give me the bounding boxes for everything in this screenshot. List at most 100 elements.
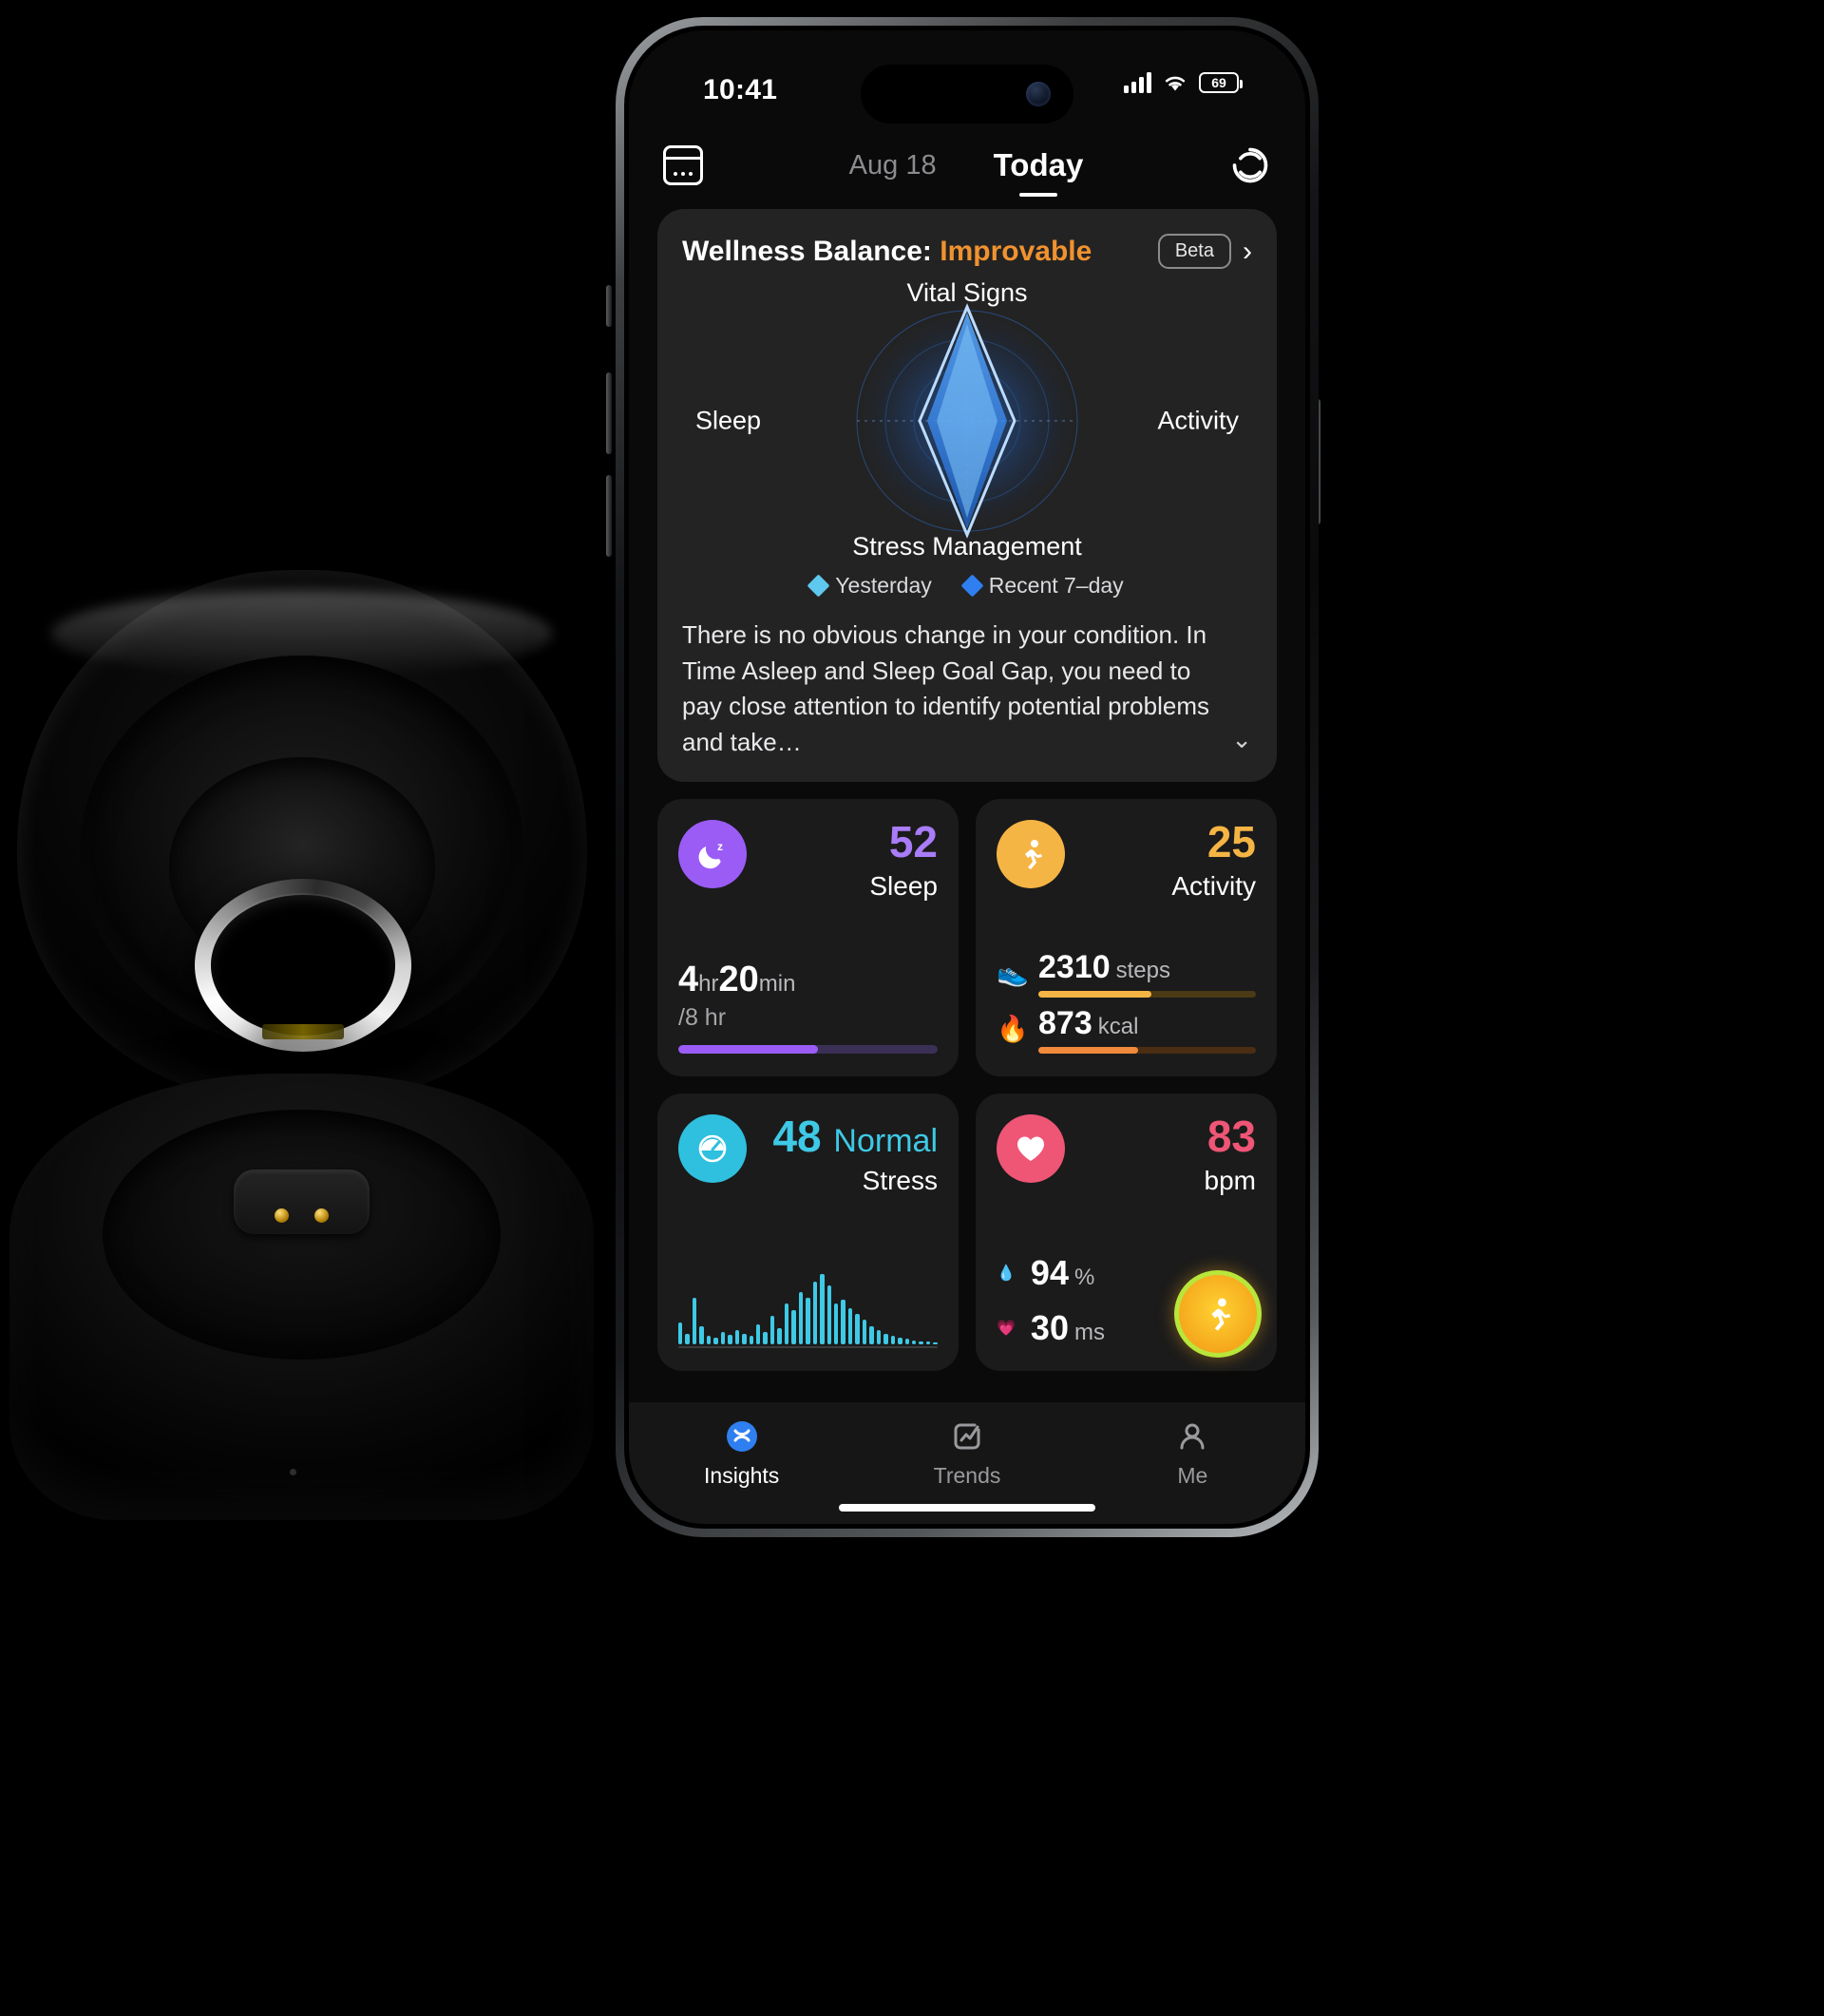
calendar-icon[interactable] — [663, 145, 703, 185]
home-indicator[interactable] — [839, 1504, 1095, 1512]
blood-drop-icon: 💧 — [997, 1265, 1016, 1282]
radar-axis-label-sleep: Sleep — [695, 406, 762, 435]
stress-spark-bar — [919, 1341, 923, 1344]
app-header: Aug 18 Today — [629, 122, 1305, 209]
sleep-duration: 4hr20min — [678, 960, 938, 1000]
phone-volume-down-button[interactable] — [606, 475, 612, 557]
stress-card-body — [678, 1270, 938, 1348]
tab-me-label: Me — [1177, 1463, 1208, 1488]
stress-sparkline-chart — [678, 1270, 938, 1344]
workout-run-icon[interactable] — [1174, 1269, 1262, 1358]
phone-bezel: 10:41 69 Aug 18 Today Wellness Balance: … — [624, 26, 1310, 1529]
running-person-icon — [997, 819, 1065, 888]
stress-spark-bar — [692, 1298, 697, 1344]
legend-swatch-yesterday — [807, 574, 830, 598]
stress-spark-bar — [812, 1282, 818, 1344]
sleep-card-body: 4hr20min /8 hr — [678, 960, 938, 1054]
case-status-led — [290, 1469, 297, 1475]
wellness-balance-header: Wellness Balance: Improvable Beta › — [682, 234, 1252, 269]
radar-chart-svg — [856, 303, 1078, 539]
shoe-icon: 👟 — [997, 959, 1029, 988]
sleep-hours-unit: hr — [698, 970, 719, 997]
wifi-icon — [1165, 76, 1186, 91]
stress-spark-bar — [876, 1329, 882, 1344]
activity-steps-unit: steps — [1115, 957, 1171, 983]
legend-item-recent-7-day: Recent 7–day — [960, 573, 1124, 599]
date-switcher: Aug 18 Today — [703, 147, 1229, 183]
spo2-unit: % — [1074, 1264, 1095, 1290]
charging-case-base — [10, 1074, 594, 1520]
stress-spark-bar — [841, 1300, 846, 1344]
legend-label-yesterday: Yesterday — [835, 573, 932, 598]
activity-kcal-value-block: 873 kcal — [1038, 1005, 1256, 1054]
chevron-right-icon[interactable]: › — [1243, 237, 1252, 266]
gauge-meter-icon — [678, 1113, 747, 1183]
phone-mute-switch[interactable] — [606, 285, 612, 327]
beta-badge: Beta — [1157, 234, 1231, 269]
screenshot-root: 10:41 69 Aug 18 Today Wellness Balance: … — [0, 0, 1824, 2016]
legend-item-yesterday: Yesterday — [807, 573, 932, 599]
wellness-description-text: There is no obvious change in your condi… — [682, 620, 1210, 757]
tab-me[interactable]: Me — [1080, 1417, 1305, 1489]
sync-refresh-icon[interactable] — [1229, 144, 1271, 186]
sleep-minutes-unit: min — [758, 970, 796, 997]
battery-level-label: 69 — [1211, 75, 1226, 90]
case-base-well — [103, 1109, 501, 1360]
stress-score-block: 48 Normal Stress — [772, 1114, 938, 1196]
activity-card-body: 👟 2310 steps 🔥 873 kcal — [997, 941, 1256, 1054]
status-bar-indicators: 69 — [1124, 72, 1243, 93]
stress-card-header: 48 Normal Stress — [678, 1113, 938, 1196]
chevron-down-icon[interactable]: ⌄ — [1231, 722, 1252, 761]
tab-trends[interactable]: Trends — [854, 1417, 1079, 1489]
stress-spark-bar — [933, 1341, 938, 1344]
hrv-value-block: 30 ms — [1031, 1308, 1105, 1348]
svg-text:z: z — [717, 840, 723, 853]
battery-icon: 69 — [1199, 72, 1243, 93]
stress-score-number: 48 — [772, 1111, 822, 1161]
wellness-title-prefix: Wellness Balance: — [682, 235, 940, 267]
sleep-card-header: z 52 Sleep — [678, 819, 938, 902]
stress-spark-bar — [826, 1285, 831, 1344]
tab-insights[interactable]: Insights — [629, 1417, 854, 1489]
radar-legend: Yesterday Recent 7–day — [682, 573, 1252, 599]
stress-spark-bar — [862, 1320, 867, 1344]
stress-spark-bar — [855, 1314, 860, 1344]
activity-kcal-row: 🔥 873 kcal — [997, 1005, 1256, 1054]
stress-spark-bar — [869, 1325, 874, 1344]
stress-spark-bar — [713, 1338, 718, 1344]
metric-card-activity[interactable]: 25 Activity 👟 2310 steps 🔥 873 kcal — [976, 798, 1277, 1076]
date-today-label[interactable]: Today — [994, 147, 1084, 183]
flame-icon: 🔥 — [997, 1015, 1029, 1044]
wellness-balance-card[interactable]: Wellness Balance: Improvable Beta › Vita… — [657, 209, 1277, 782]
date-prev-label[interactable]: Aug 18 — [849, 150, 937, 181]
activity-kcal-value: 873 — [1038, 1004, 1092, 1041]
status-bar-clock: 10:41 — [703, 74, 778, 105]
phone-volume-up-button[interactable] — [606, 372, 612, 454]
heart-icon — [997, 1113, 1065, 1183]
stress-spark-bar — [890, 1336, 896, 1344]
stress-spark-bar — [749, 1336, 753, 1344]
stress-spark-bar — [784, 1303, 789, 1344]
sleep-progress-track — [678, 1044, 938, 1054]
activity-steps-value: 2310 — [1038, 948, 1111, 985]
sleep-hours: 4 — [678, 959, 699, 999]
cellular-bars-icon — [1124, 72, 1151, 93]
stress-spark-bar — [911, 1340, 917, 1344]
activity-label: Activity — [1171, 870, 1256, 901]
stress-spark-bar — [884, 1334, 888, 1344]
activity-score-block: 25 Activity — [1171, 820, 1256, 902]
activity-kcal-track — [1038, 1046, 1256, 1054]
stress-spark-bar — [706, 1336, 712, 1344]
stress-spark-bar — [685, 1334, 690, 1344]
tab-insights-label: Insights — [704, 1463, 780, 1488]
radar-axis-label-activity: Activity — [1157, 406, 1239, 435]
stress-spark-bar — [699, 1325, 704, 1344]
stress-spark-bar — [720, 1332, 726, 1344]
metric-card-stress[interactable]: 48 Normal Stress — [657, 1093, 959, 1371]
activity-steps-fill — [1038, 990, 1152, 998]
metric-card-heart-rate[interactable]: 83 bpm 💧 94% 💗 30 ms — [976, 1093, 1277, 1371]
metric-card-sleep[interactable]: z 52 Sleep 4hr20min /8 hr — [657, 798, 959, 1076]
wellness-radar-chart: Vital Signs Activity Stress Management S… — [682, 278, 1252, 563]
heart-card-header: 83 bpm — [997, 1113, 1256, 1196]
stress-spark-bar — [777, 1327, 782, 1344]
